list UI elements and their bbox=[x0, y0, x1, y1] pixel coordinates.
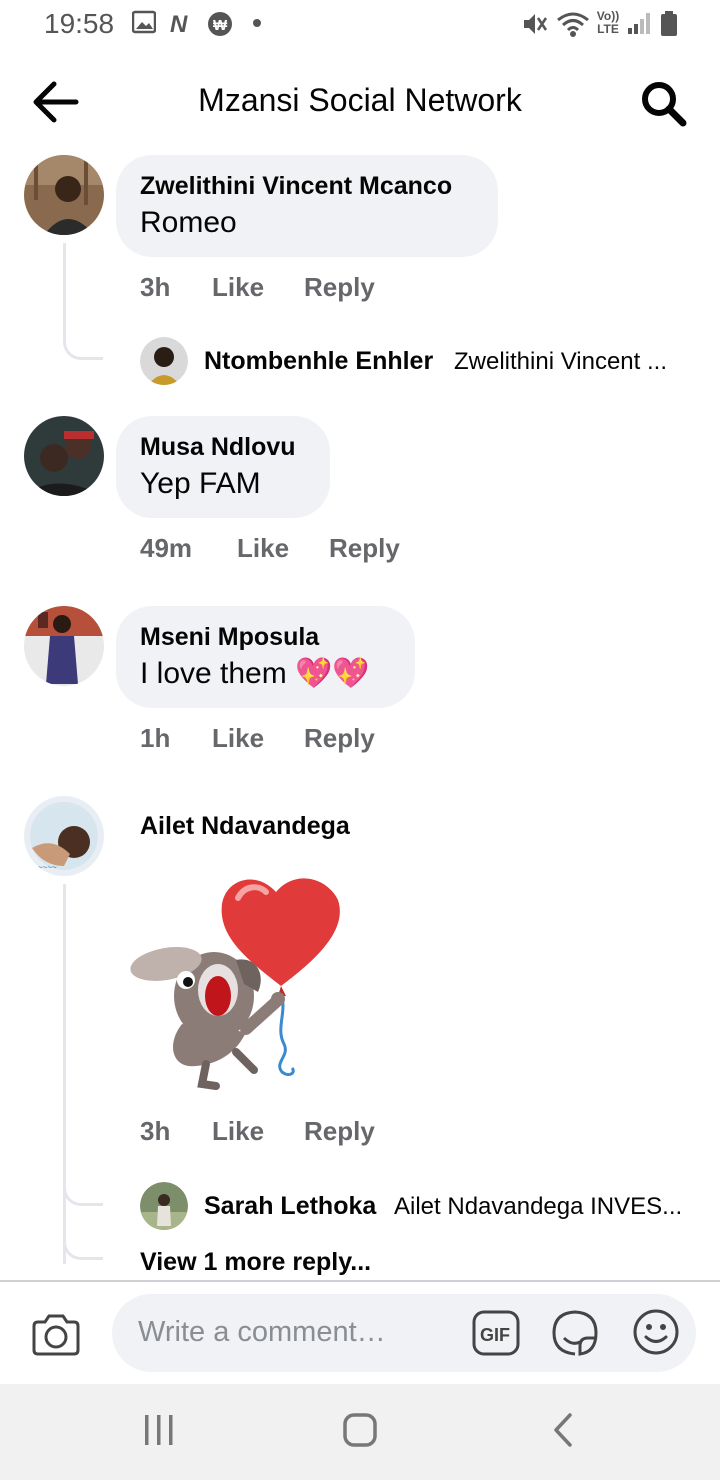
comment-author[interactable]: Mseni Mposula bbox=[140, 620, 391, 654]
reply-preview[interactable]: Ntombenhle Enhler Zwelithini Vincent ... bbox=[140, 337, 700, 385]
comment-author[interactable]: Ailet Ndavandega bbox=[140, 812, 350, 841]
home-icon[interactable] bbox=[342, 1412, 378, 1448]
status-time: 19:58 bbox=[44, 8, 115, 39]
reply-author[interactable]: Ntombenhle Enhler bbox=[204, 347, 433, 376]
avatar[interactable] bbox=[24, 155, 104, 235]
status-bar: 19:58 N ₩ Vo)) LTE bbox=[0, 0, 720, 48]
view-more-replies-link[interactable]: View 1 more reply... bbox=[140, 1248, 371, 1277]
volte-label: Vo)) LTE bbox=[596, 9, 620, 36]
comment-author[interactable]: Zwelithini Vincent Mcanco bbox=[140, 169, 474, 203]
comment-text-row: I love them 💖💖 bbox=[140, 654, 391, 694]
gallery-icon bbox=[132, 10, 156, 34]
avatar[interactable] bbox=[24, 416, 104, 496]
avatar[interactable] bbox=[24, 606, 104, 686]
comment-actions: 3h Like Reply bbox=[140, 272, 440, 306]
netflix-icon: N bbox=[170, 11, 188, 36]
svg-text:~~~~: ~~~~ bbox=[38, 863, 57, 872]
comment-input[interactable]: Write a comment… GIF bbox=[112, 1294, 696, 1372]
back-nav-icon[interactable] bbox=[548, 1412, 578, 1448]
page-title: Mzansi Social Network bbox=[198, 82, 522, 118]
thread-connector bbox=[63, 1224, 103, 1260]
like-button[interactable]: Like bbox=[237, 533, 289, 564]
comment-actions: 49m Like Reply bbox=[140, 533, 440, 567]
reply-preview[interactable]: Sarah Lethoka Ailet Ndavandega INVES... bbox=[140, 1182, 700, 1230]
battery-icon bbox=[661, 11, 677, 36]
avatar[interactable]: ~~~~ bbox=[24, 796, 104, 876]
thread-line bbox=[63, 884, 66, 1264]
camera-icon[interactable] bbox=[30, 1312, 82, 1358]
comment-text: I love them bbox=[140, 657, 287, 690]
currency-icon: ₩ bbox=[208, 12, 232, 36]
system-nav-bar bbox=[0, 1384, 720, 1480]
svg-text:₩: ₩ bbox=[213, 17, 228, 34]
reply-button[interactable]: Reply bbox=[304, 272, 375, 303]
comment-bubble[interactable]: Zwelithini Vincent Mcanco Romeo bbox=[116, 155, 498, 257]
heart-balloon-sticker[interactable] bbox=[126, 864, 346, 1094]
comment-text: Yep FAM bbox=[140, 467, 261, 500]
sparkling-heart-emoji: 💖💖 bbox=[295, 656, 370, 691]
comment-time: 3h bbox=[140, 1116, 171, 1146]
app-bar: Mzansi Social Network bbox=[0, 56, 720, 146]
comment-bubble[interactable]: Mseni Mposula I love them 💖💖 bbox=[116, 606, 415, 708]
sticker-icon[interactable] bbox=[550, 1308, 600, 1358]
emoji-icon[interactable] bbox=[632, 1308, 680, 1356]
recent-apps-icon[interactable] bbox=[142, 1412, 176, 1448]
comment-composer: Write a comment… GIF bbox=[0, 1280, 720, 1384]
signal-icon bbox=[628, 13, 650, 34]
comment-author[interactable]: Musa Ndlovu bbox=[140, 430, 306, 464]
comment-text: Romeo bbox=[140, 206, 237, 239]
mute-icon bbox=[524, 14, 548, 34]
comment-time: 3h bbox=[140, 272, 171, 302]
reply-button[interactable]: Reply bbox=[329, 533, 400, 564]
comment-time: 49m bbox=[140, 533, 193, 563]
reply-button[interactable]: Reply bbox=[304, 1116, 375, 1147]
thread-connector bbox=[63, 1170, 103, 1206]
gif-icon[interactable]: GIF bbox=[472, 1310, 520, 1356]
reply-text: Ailet Ndavandega INVES... bbox=[394, 1193, 683, 1220]
svg-text:GIF: GIF bbox=[480, 1325, 510, 1345]
comment-placeholder: Write a comment… bbox=[138, 1316, 386, 1348]
like-button[interactable]: Like bbox=[212, 723, 264, 754]
avatar bbox=[140, 1182, 188, 1230]
comment-actions: 3h Like Reply bbox=[140, 1116, 440, 1150]
reply-author[interactable]: Sarah Lethoka bbox=[204, 1192, 376, 1221]
avatar bbox=[140, 337, 188, 385]
comment-actions: 1h Like Reply bbox=[140, 723, 440, 757]
reply-text: Zwelithini Vincent ... bbox=[454, 348, 667, 375]
dot-icon bbox=[253, 19, 261, 27]
comment-bubble[interactable]: Musa Ndlovu Yep FAM bbox=[116, 416, 330, 518]
like-button[interactable]: Like bbox=[212, 272, 264, 303]
reply-button[interactable]: Reply bbox=[304, 723, 375, 754]
comment-time: 1h bbox=[140, 723, 171, 753]
like-button[interactable]: Like bbox=[212, 1116, 264, 1147]
thread-connector bbox=[63, 320, 103, 360]
wifi-icon bbox=[557, 12, 589, 37]
svg-text:N: N bbox=[170, 11, 188, 36]
search-icon[interactable] bbox=[638, 78, 690, 130]
